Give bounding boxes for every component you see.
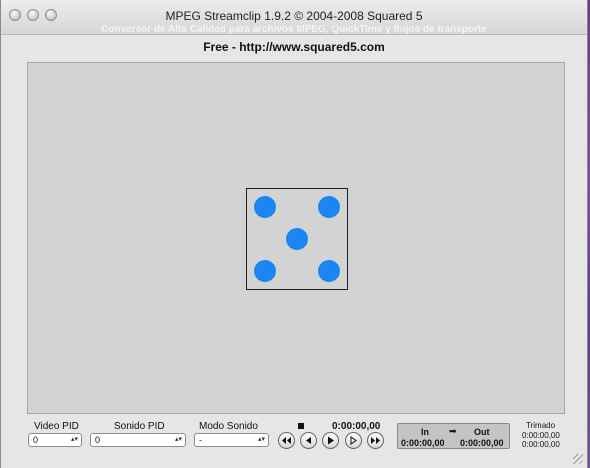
audio-pid-select[interactable]: 0 ▴▾	[90, 433, 186, 447]
out-time[interactable]: 0:00:00,00	[460, 438, 504, 448]
trim-time-2: 0:00:00,00	[522, 440, 560, 449]
video-pid-value: 0	[33, 435, 39, 445]
dice-pip	[318, 196, 340, 218]
video-viewer	[27, 62, 565, 414]
updown-arrows-icon: ▴▾	[70, 436, 78, 443]
fast-forward-button[interactable]	[367, 432, 384, 449]
current-time: 0:00:00,00	[332, 421, 381, 432]
main-window: MPEG Streamclip 1.9.2 © 2004-2008 Square…	[0, 0, 588, 468]
dice-pip	[286, 228, 308, 250]
stop-icon[interactable]	[298, 423, 304, 429]
resize-grip[interactable]	[573, 454, 583, 464]
in-time[interactable]: 0:00:00,00	[401, 438, 445, 448]
updown-arrows-icon: ▴▾	[257, 436, 265, 443]
step-forward-button[interactable]	[345, 432, 362, 449]
play-icon	[328, 436, 334, 445]
audio-mode-select[interactable]: - ▴▾	[194, 433, 269, 447]
rewind-button[interactable]	[278, 432, 295, 449]
out-label: Out	[474, 427, 490, 437]
dice-pip	[254, 196, 276, 218]
audio-mode-value: -	[199, 435, 202, 445]
dice-pip	[254, 260, 276, 282]
window-title: MPEG Streamclip 1.9.2 © 2004-2008 Square…	[165, 9, 423, 23]
in-out-panel: In ➡ Out 0:00:00,00 0:00:00,00	[397, 423, 510, 449]
trim-time-1: 0:00:00,00	[522, 431, 560, 440]
step-back-icon	[306, 437, 311, 444]
trim-label: Trimado	[526, 421, 556, 430]
video-pid-select[interactable]: 0 ▴▾	[28, 433, 82, 447]
title-bar[interactable]: MPEG Streamclip 1.9.2 © 2004-2008 Square…	[1, 0, 587, 35]
video-pid-label: Video PID	[34, 421, 79, 432]
fast-forward-icon	[371, 437, 380, 444]
play-button[interactable]	[322, 432, 339, 449]
in-label: In	[421, 427, 429, 437]
step-back-button[interactable]	[300, 432, 317, 449]
audio-pid-label: Sonido PID	[114, 421, 165, 432]
step-forward-icon	[350, 436, 357, 445]
audio-mode-label: Modo Sonido	[199, 421, 258, 432]
arrow-right-icon: ➡	[449, 426, 457, 436]
rewind-icon	[282, 437, 291, 444]
dice-pip	[318, 260, 340, 282]
audio-pid-value: 0	[95, 435, 101, 445]
info-line: Free - http://www.squared5.com	[203, 40, 385, 54]
updown-arrows-icon: ▴▾	[174, 436, 182, 443]
window-subtitle: Conversor de Alta Calidad para archivos …	[101, 24, 487, 35]
dice-icon	[246, 188, 348, 290]
